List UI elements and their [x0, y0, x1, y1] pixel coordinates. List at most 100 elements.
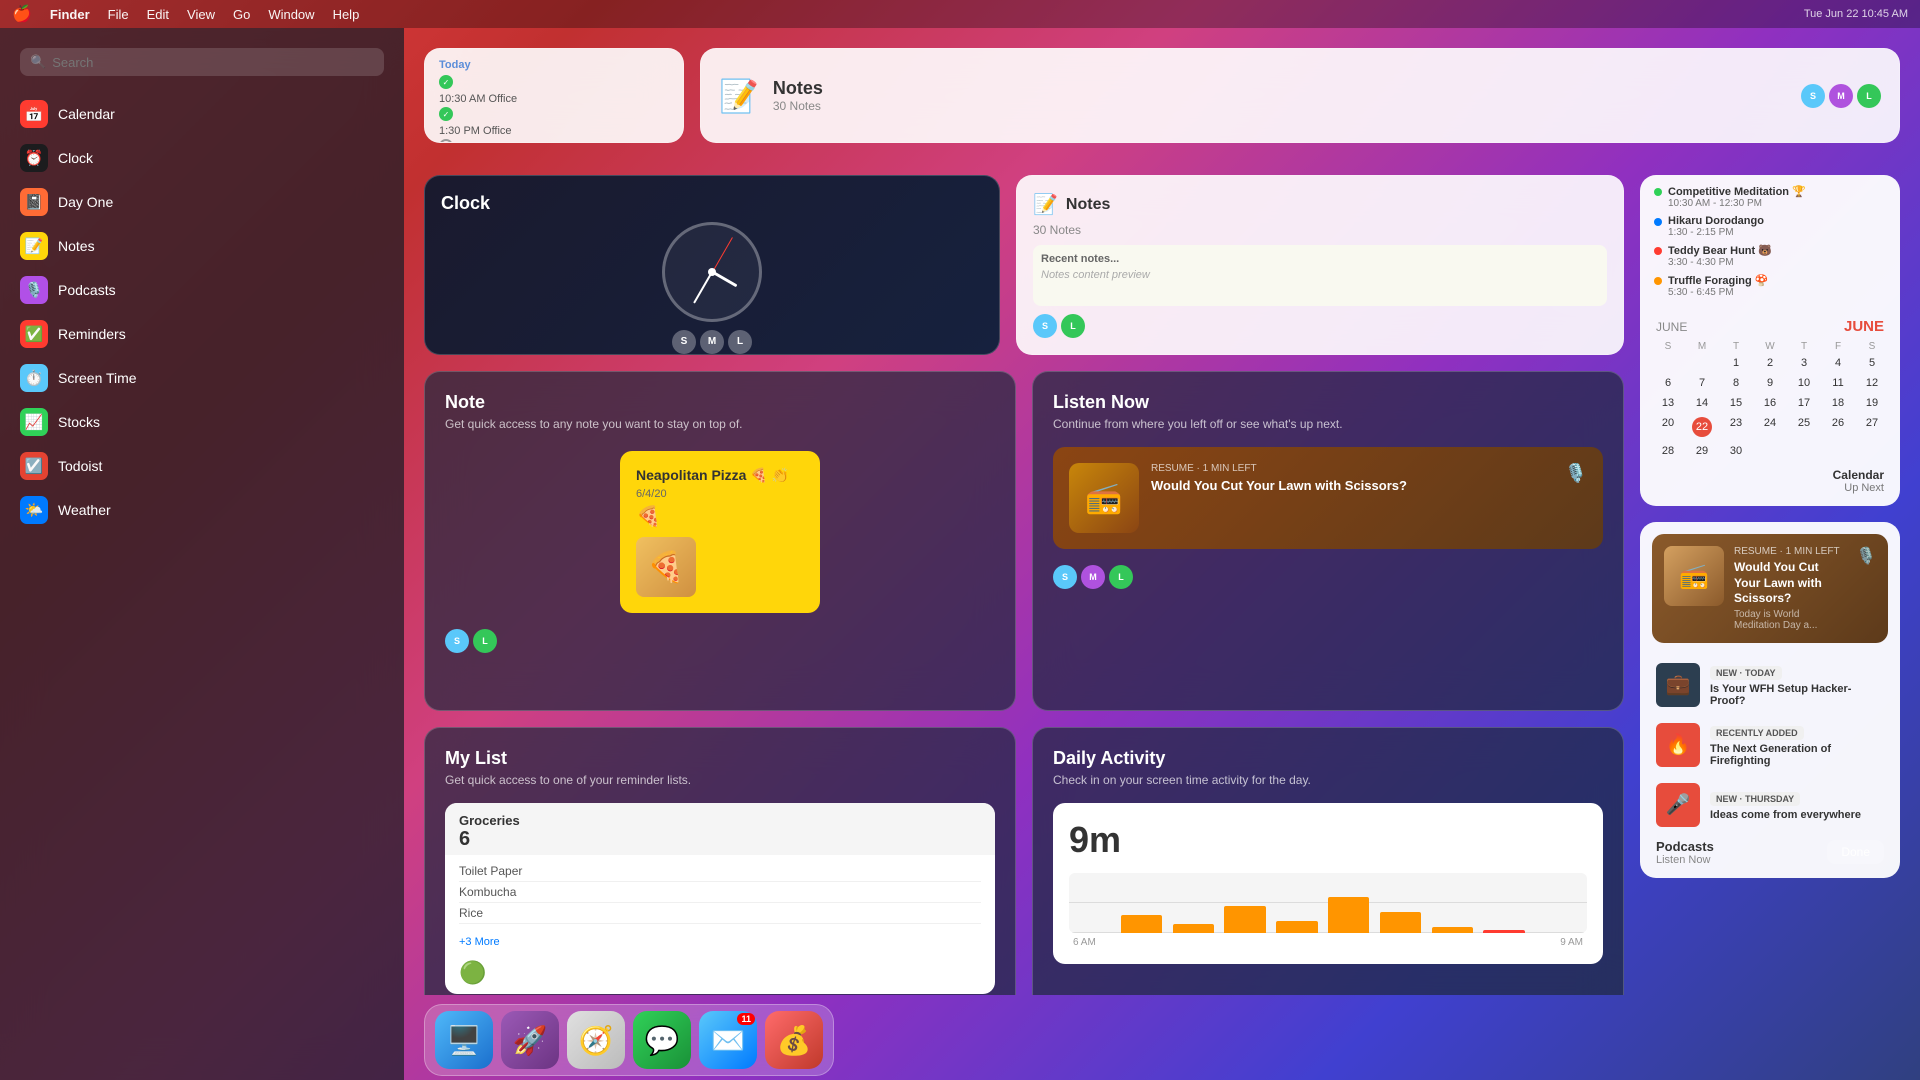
- cal-dot-3: [1654, 277, 1662, 285]
- menu-help[interactable]: Help: [333, 7, 360, 22]
- podcast-title-1: The Next Generation of Firefighting: [1710, 743, 1884, 767]
- sidebar-item-screentime[interactable]: ⏱️ Screen Time: [8, 356, 396, 400]
- search-bar[interactable]: 🔍: [20, 48, 384, 76]
- grocery-items: Toilet Paper Kombucha Rice: [445, 855, 995, 932]
- podcast-tag-0: NEW · TODAY: [1710, 666, 1782, 680]
- podcast-info: RESUME · 1 MIN LEFT Would You Cut Your L…: [1151, 463, 1553, 495]
- daily-activity-desc: Check in on your screen time activity fo…: [1053, 773, 1603, 787]
- sidebar-item-notes[interactable]: 📝 Notes: [8, 224, 396, 268]
- listen-avatar-s: S: [1053, 565, 1077, 589]
- dayone-icon: 📓: [20, 188, 48, 216]
- grocery-more[interactable]: +3 More: [445, 932, 995, 952]
- dock-finder[interactable]: 🖥️: [435, 1011, 493, 1069]
- notes-preview: Recent notes... Notes content preview: [1033, 245, 1607, 306]
- menu-finder[interactable]: Finder: [50, 7, 90, 22]
- podcast-app-icon: 🎙️: [1856, 546, 1876, 566]
- cal-event-time-3: 5:30 - 6:45 PM: [1668, 287, 1768, 298]
- podcast-resume-sub: Today is World Meditation Day a...: [1734, 609, 1846, 631]
- sidebar-item-reminders[interactable]: ✅ Reminders: [8, 312, 396, 356]
- clock-size-m[interactable]: M: [700, 330, 724, 354]
- search-input[interactable]: [52, 55, 374, 70]
- clock-title: Clock: [425, 177, 506, 214]
- sidebar-item-stocks[interactable]: 📈 Stocks: [8, 400, 396, 444]
- dock-safari[interactable]: 🧭: [567, 1011, 625, 1069]
- safari-icon: 🧭: [579, 1024, 614, 1057]
- grocery-list-name: Groceries: [459, 813, 520, 828]
- grocery-item-1: Kombucha: [459, 882, 981, 903]
- dock-mail[interactable]: ✉️ 11: [699, 1011, 757, 1069]
- note-emoji: 🍕: [636, 504, 804, 529]
- ns-avatar-s: S: [1033, 314, 1057, 338]
- clock-second-hand: [712, 237, 733, 272]
- grocery-item-2: Rice: [459, 903, 981, 924]
- podcast-list-item-1[interactable]: 🔥 RECENTLY ADDED The Next Generation of …: [1640, 715, 1900, 775]
- activity-labels: 6 AM 9 AM: [1069, 937, 1587, 948]
- notes-top-info: Notes 30 Notes: [773, 78, 823, 113]
- menu-edit[interactable]: Edit: [147, 7, 169, 22]
- dock-launchpad[interactable]: 🚀: [501, 1011, 559, 1069]
- notes-small-avatars: S L: [1033, 314, 1607, 338]
- podcast-resume-main[interactable]: 📻 RESUME · 1 MIN LEFT Would You Cut Your…: [1652, 534, 1888, 643]
- podcast-play-icon[interactable]: 🎙️: [1565, 463, 1587, 484]
- sidebar-item-podcasts[interactable]: 🎙️ Podcasts: [8, 268, 396, 312]
- sidebar-item-clock[interactable]: ⏰ Clock: [8, 136, 396, 180]
- reminder-check-0: ✓: [439, 75, 453, 89]
- activity-time: 9m: [1069, 819, 1587, 861]
- sidebar-label-calendar: Calendar: [58, 106, 115, 122]
- sidebar-list: 📅 Calendar ⏰ Clock 📓 Day One 📝 Notes 🎙️ …: [0, 92, 404, 532]
- cal-year: JUNE: [1656, 320, 1687, 334]
- daily-activity-widget: Daily Activity Check in on your screen t…: [1032, 727, 1624, 995]
- activity-chart: [1069, 873, 1587, 933]
- sidebar-item-calendar[interactable]: 📅 Calendar: [8, 92, 396, 136]
- notes-avatars: S M L: [1801, 84, 1881, 108]
- notes-top-widget: 📝 Notes 30 Notes S M L: [700, 48, 1900, 143]
- podcast-list-item-2[interactable]: 🎤 NEW · THURSDAY Ideas come from everywh…: [1640, 775, 1900, 835]
- podcast-title-0: Is Your WFH Setup Hacker-Proof?: [1710, 683, 1884, 707]
- grocery-item-0: Toilet Paper: [459, 861, 981, 882]
- activity-label-1: 9 AM: [1560, 937, 1583, 948]
- clock-notes-row: Clock S M L: [424, 175, 1624, 355]
- main-content: Today ✓ 10:30 AM Office ✓ 1:30 PM Office…: [404, 28, 1920, 995]
- cal-dot-1: [1654, 218, 1662, 226]
- podcast-resume-title: Would You Cut Your Lawn with Scissors?: [1734, 560, 1846, 607]
- listen-now-widget: Listen Now Continue from where you left …: [1032, 371, 1624, 711]
- clock-size-l[interactable]: L: [728, 330, 752, 354]
- notes-avatar-m: M: [1829, 84, 1853, 108]
- clock-size-s[interactable]: S: [672, 330, 696, 354]
- menu-view[interactable]: View: [187, 7, 215, 22]
- dock-messages[interactable]: 💬: [633, 1011, 691, 1069]
- listen-avatar-row: S M L: [1053, 565, 1603, 589]
- sidebar-item-todoist[interactable]: ☑️ Todoist: [8, 444, 396, 488]
- note-card-title: Neapolitan Pizza 🍕 👏: [636, 467, 804, 484]
- reminder-item-0: ✓ 10:30 AM Office: [439, 75, 669, 107]
- sidebar-item-weather[interactable]: 🌤️ Weather: [8, 488, 396, 532]
- menu-file[interactable]: File: [108, 7, 129, 22]
- listen-avatar-m: M: [1081, 565, 1105, 589]
- my-list-widget: My List Get quick access to one of your …: [424, 727, 1016, 995]
- sidebar-label-notes: Notes: [58, 238, 95, 254]
- podcast-list-item-0[interactable]: 💼 NEW · TODAY Is Your WFH Setup Hacker-P…: [1640, 655, 1900, 715]
- podcast-resume-card[interactable]: 📻 RESUME · 1 MIN LEFT Would You Cut Your…: [1053, 447, 1603, 549]
- notes-small-widget: 📝 Notes 30 Notes Recent notes... Notes c…: [1016, 175, 1624, 355]
- note-listen-row: Note Get quick access to any note you wa…: [424, 371, 1624, 711]
- podcast-resume-thumb: 📻: [1664, 546, 1724, 606]
- menu-go[interactable]: Go: [233, 7, 250, 22]
- cal-event-info-3: Truffle Foraging 🍄 5:30 - 6:45 PM: [1668, 274, 1768, 298]
- cal-event-3: Truffle Foraging 🍄 5:30 - 6:45 PM: [1654, 274, 1886, 298]
- notes-top-count: 30 Notes: [773, 99, 823, 113]
- cal-dates: 12345 6789101112 13141516171819 20222324…: [1640, 354, 1900, 460]
- done-button[interactable]: Done: [1827, 840, 1884, 864]
- sidebar-label-podcasts: Podcasts: [58, 282, 116, 298]
- notes-icon: 📝: [20, 232, 48, 260]
- menu-window[interactable]: Window: [268, 7, 314, 22]
- sidebar-item-dayone[interactable]: 📓 Day One: [8, 180, 396, 224]
- apple-menu[interactable]: 🍎: [12, 4, 32, 24]
- podcast-tag-2: NEW · THURSDAY: [1710, 792, 1800, 806]
- activity-card: 9m: [1053, 803, 1603, 964]
- podcasts-icon: 🎙️: [20, 276, 48, 304]
- podcast-tag-1: RECENTLY ADDED: [1710, 726, 1804, 740]
- podcast-title: Would You Cut Your Lawn with Scissors?: [1151, 478, 1553, 495]
- dock-finance[interactable]: 💰: [765, 1011, 823, 1069]
- dock: 🖥️ 🚀 🧭 💬 ✉️ 11 💰: [404, 996, 1920, 1076]
- notes-small-header: 📝 Notes: [1033, 192, 1607, 217]
